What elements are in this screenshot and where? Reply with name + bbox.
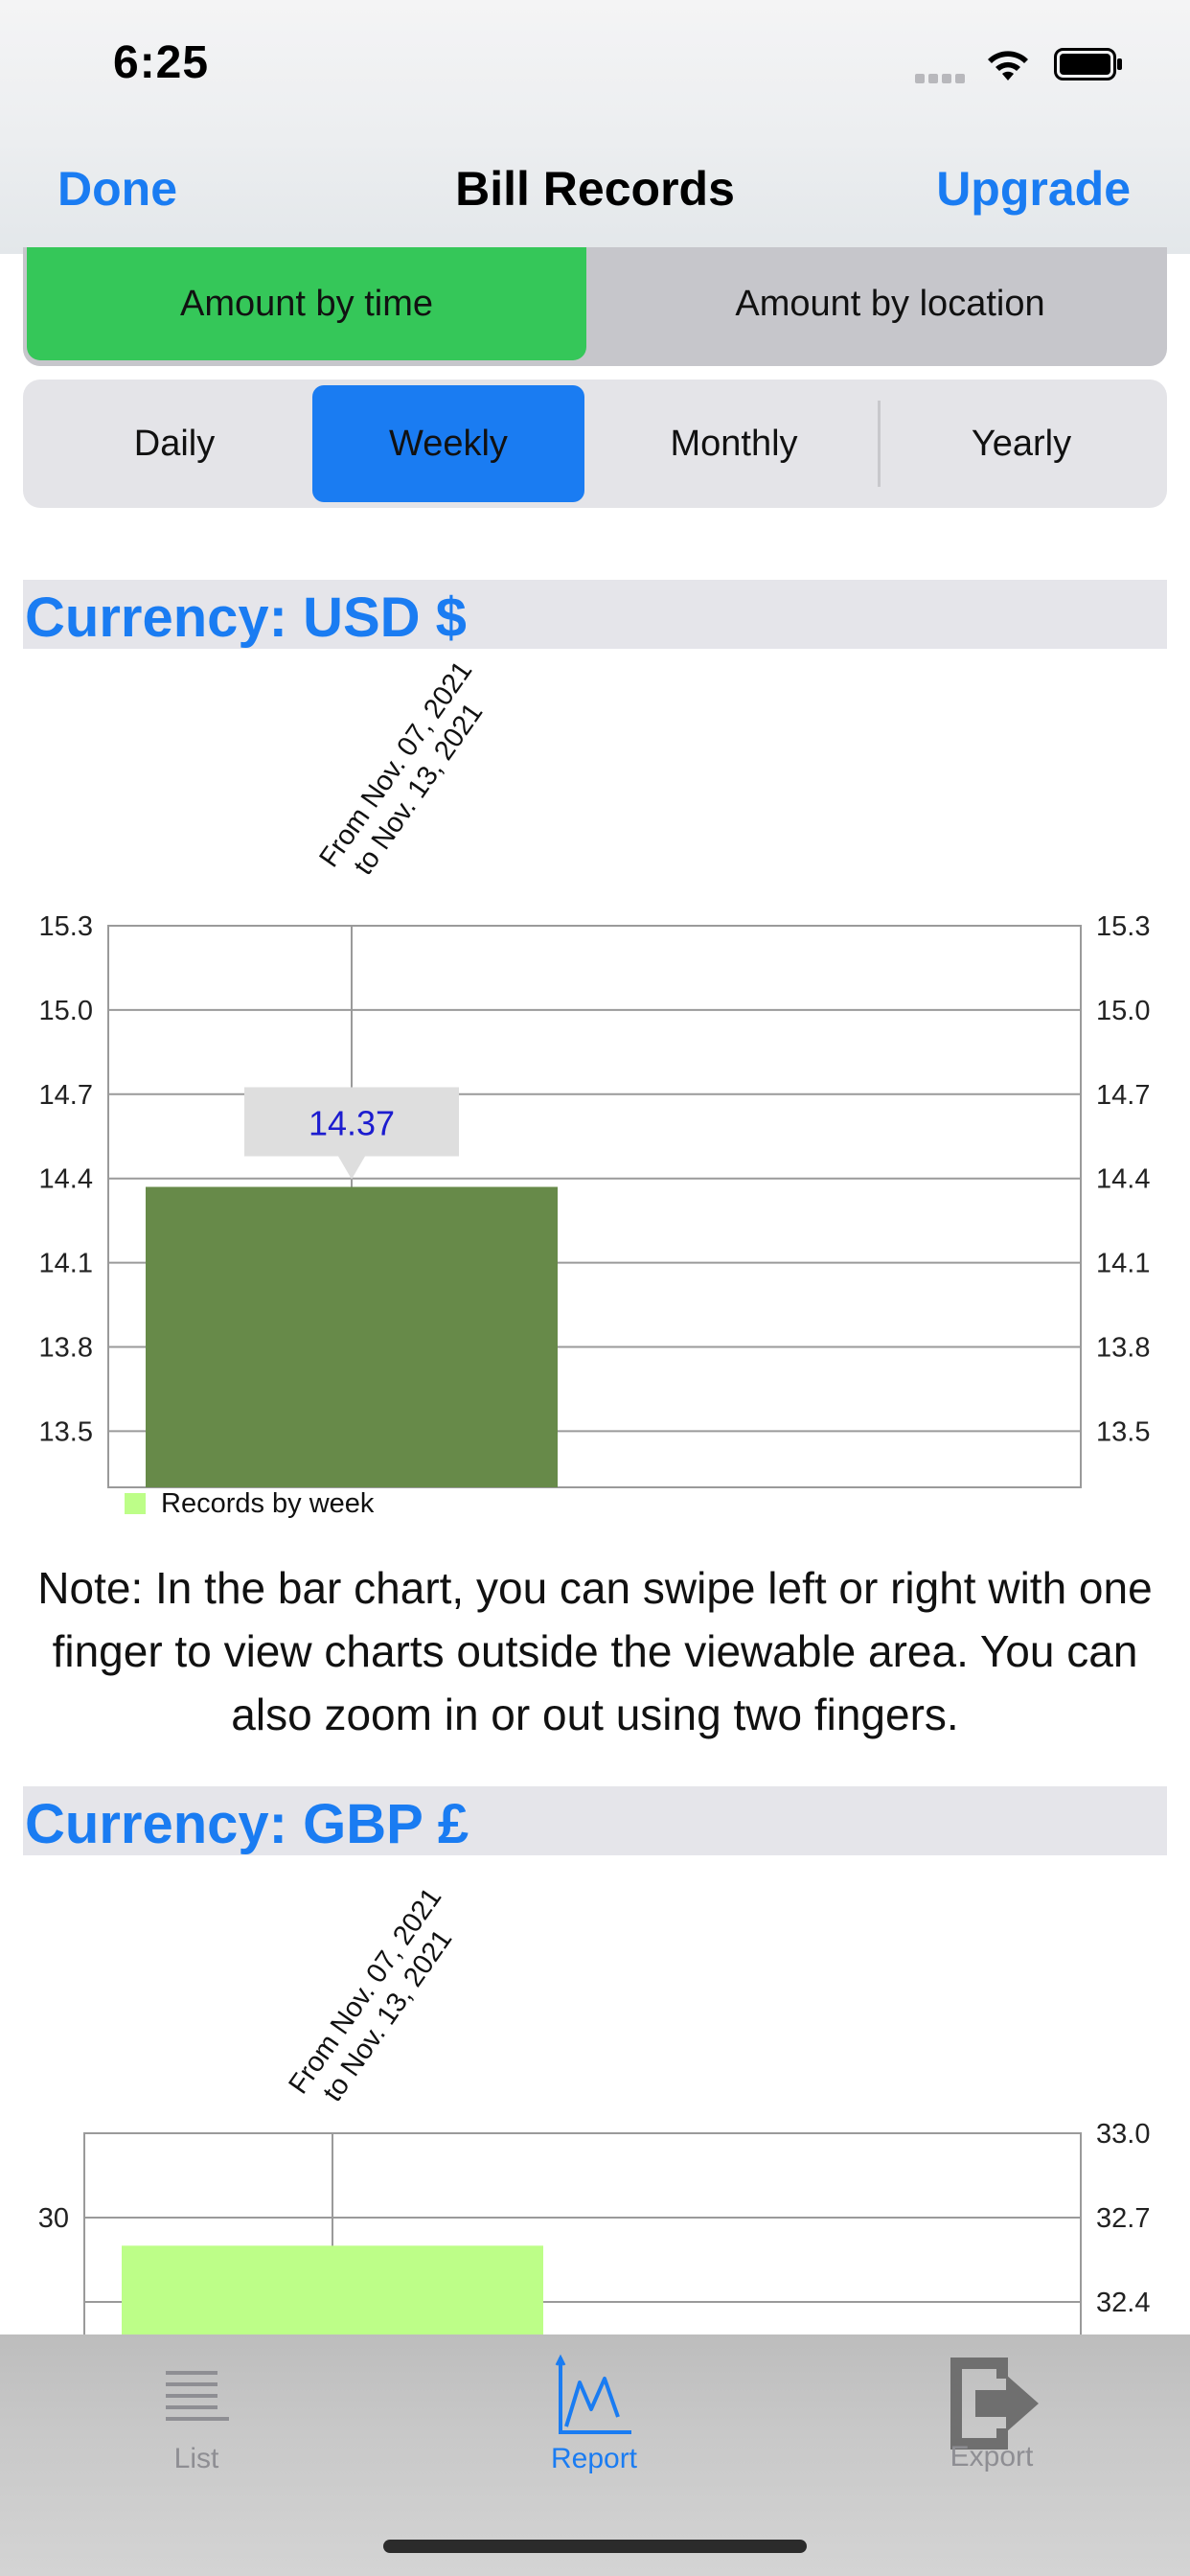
right-y-tick-label: 14.1	[1096, 1249, 1150, 1279]
amount-by-location-tab[interactable]: Amount by location	[613, 247, 1167, 360]
cellular-signal-icon	[915, 71, 969, 88]
right-y-tick-label: 14.4	[1096, 1164, 1150, 1195]
right-y-tick-label: 15.0	[1096, 996, 1150, 1026]
done-button[interactable]: Done	[57, 161, 177, 217]
gbp-section-header: Currency: GBP £	[23, 1786, 1167, 1855]
weekly-tab[interactable]: Weekly	[312, 385, 584, 502]
legend-swatch	[125, 1493, 146, 1514]
y-tick-label: 15.3	[39, 911, 93, 942]
y-tick-label: 15.0	[39, 996, 93, 1026]
report-mode-segmented-control: Amount by time Amount by location	[23, 247, 1167, 366]
bar-nov-07	[122, 2245, 543, 2334]
y-tick-label: 14.7	[39, 1080, 93, 1111]
battery-icon	[1054, 48, 1122, 80]
export-icon	[950, 2358, 1039, 2450]
monthly-tab[interactable]: Monthly	[598, 385, 870, 502]
right-y-tick-label: 32.7	[1096, 2203, 1150, 2234]
tab-list-label: List	[173, 2443, 219, 2474]
right-y-tick-label: 33.0	[1096, 2119, 1150, 2150]
usd-bar-chart[interactable]: 15.3 15.3 15.0 15.0 14.7 14.7 14.4 14.4 14.1 14.1…	[0, 652, 1190, 1533]
tab-export[interactable]: Export	[896, 2354, 1087, 2473]
list-icon	[166, 2371, 229, 2421]
x-category-label: From Nov. 07, 2021to Nov. 13, 2021	[283, 1882, 458, 2107]
segment-divider	[878, 401, 881, 487]
period-segmented-control: Daily Weekly Monthly Yearly	[23, 380, 1167, 508]
right-y-tick-label: 15.3	[1096, 911, 1150, 942]
chart-usage-note: Note: In the bar chart, you can swipe le…	[37, 1563, 1153, 1739]
usd-section-header: Currency: USD $	[23, 580, 1167, 649]
tab-export-label: Export	[950, 2441, 1034, 2472]
navigation-header: 6:25 Bill Records Done Upgrade	[0, 0, 1190, 254]
tab-report[interactable]: Report	[498, 2354, 690, 2475]
status-time: 6:25	[113, 37, 210, 88]
gbp-section-title: Currency: GBP £	[25, 1793, 469, 1855]
wifi-icon	[988, 51, 1028, 80]
usd-section-title: Currency: USD $	[25, 586, 467, 649]
legend-label: Records by week	[161, 1488, 375, 1519]
chart-icon	[555, 2354, 631, 2434]
home-indicator	[383, 2540, 807, 2553]
right-y-tick-label: 13.5	[1096, 1416, 1150, 1447]
amount-by-time-tab[interactable]: Amount by time	[27, 247, 586, 360]
y-tick-label: 30	[38, 2203, 69, 2234]
right-y-tick-label: 13.8	[1096, 1333, 1150, 1364]
right-y-tick-label: 14.7	[1096, 1080, 1150, 1111]
bar-nov-07	[146, 1186, 558, 1487]
y-tick-label: 14.4	[39, 1164, 93, 1195]
y-tick-label: 14.1	[39, 1249, 93, 1279]
value-tooltip-pointer	[338, 1156, 365, 1180]
x-category-label: From Nov. 07, 2021to Nov. 13, 2021	[313, 656, 489, 881]
yearly-tab[interactable]: Yearly	[885, 385, 1157, 502]
daily-tab[interactable]: Daily	[38, 385, 310, 502]
tab-report-label: Report	[550, 2443, 638, 2474]
right-y-tick-label: 32.4	[1096, 2288, 1150, 2318]
bar-value-label: 14.37	[309, 1103, 395, 1142]
tab-list[interactable]: List	[101, 2354, 292, 2475]
upgrade-button[interactable]: Upgrade	[936, 161, 1131, 217]
y-tick-label: 13.8	[39, 1333, 93, 1364]
gbp-bar-chart[interactable]: 33.0 32.7 32.4 30 From Nov. 07, 2021to Nov. …	[0, 1859, 1190, 2334]
y-tick-label: 13.5	[39, 1416, 93, 1447]
